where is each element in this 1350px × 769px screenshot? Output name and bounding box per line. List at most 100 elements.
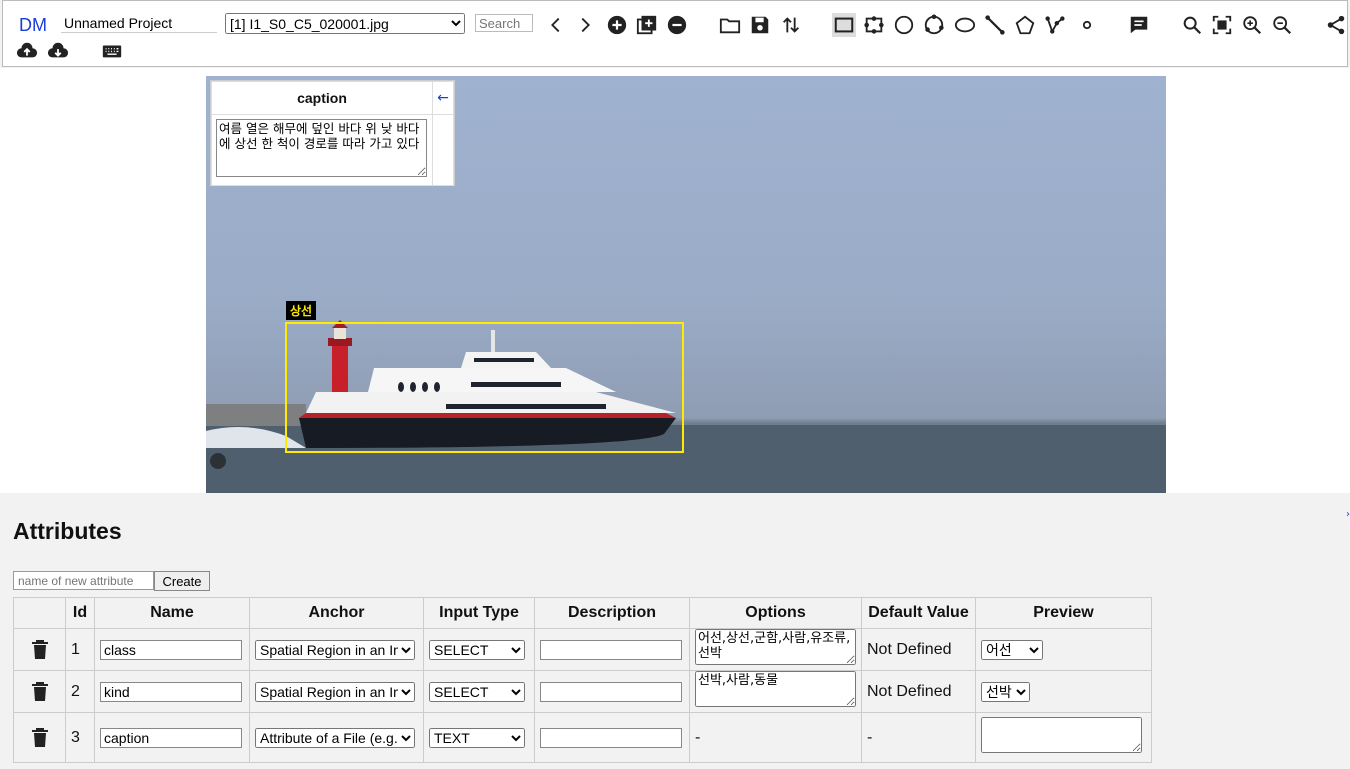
anchor-cell: Spatial Region in an Image (249, 628, 424, 671)
caption-panel: caption ← 여름 열은 해무에 덮인 바다 위 낮 바다에 상선 한 척… (210, 80, 455, 186)
anchor-cell: Attribute of a File (e.g. image caption) (249, 712, 424, 763)
sort-icon[interactable] (779, 13, 803, 37)
options-cell: 선박,사람,동물 (689, 670, 862, 713)
name-cell (94, 670, 250, 713)
folder-open-icon[interactable] (718, 13, 742, 37)
name-cell (94, 628, 250, 671)
polyline-tool-icon[interactable] (1043, 13, 1067, 37)
anchor-cell: Spatial Region in an Image (249, 670, 424, 713)
description-input[interactable] (540, 681, 682, 702)
table-row: 1 Spatial Region in an Image SELECT 어선,상… (13, 628, 1152, 671)
cloud-download-icon[interactable] (46, 39, 70, 63)
header-preview: Preview (975, 597, 1152, 629)
anchor-select[interactable]: Spatial Region in an Image (255, 681, 415, 702)
description-cell (534, 670, 690, 713)
region-bounding-box[interactable] (285, 322, 684, 453)
annotated-image[interactable]: caption ← 여름 열은 해무에 덮인 바다 위 낮 바다에 상선 한 척… (206, 76, 1166, 493)
create-attribute-button[interactable]: Create (154, 571, 210, 591)
preview-select[interactable]: 어선 (981, 639, 1043, 660)
save-icon[interactable] (748, 13, 772, 37)
attributes-title: Attributes (13, 518, 122, 544)
input-type-select[interactable]: TEXT (429, 727, 525, 748)
header-name: Name (94, 597, 250, 629)
collapse-arrow-icon[interactable]: ← (432, 81, 454, 115)
polygon-tool-icon[interactable] (1013, 13, 1037, 37)
anchor-select[interactable]: Spatial Region in an Image (255, 639, 415, 660)
default-value: Not Defined (861, 628, 976, 671)
preview-select[interactable]: 선박 (981, 681, 1030, 702)
preview-cell (975, 712, 1152, 763)
attribute-name-input[interactable] (100, 639, 242, 660)
rectangle-tool-icon[interactable] (832, 13, 856, 37)
header-id: Id (65, 597, 95, 629)
description-input[interactable] (540, 727, 682, 748)
prev-image-icon[interactable] (544, 13, 568, 37)
default-value: - (861, 712, 976, 763)
extreme-rectangle-tool-icon[interactable] (862, 13, 886, 37)
anchor-select[interactable]: Attribute of a File (e.g. image caption) (255, 727, 415, 748)
row-id: 1 (65, 628, 95, 671)
zoom-search-icon[interactable] (1180, 13, 1204, 37)
new-attribute-input[interactable] (13, 571, 154, 590)
share-icon[interactable] (1324, 13, 1348, 37)
trash-icon[interactable] (19, 681, 60, 702)
attributes-header-row: Id Name Anchor Input Type Description Op… (13, 597, 1152, 629)
attribute-name-input[interactable] (100, 727, 242, 748)
app-logo: DM (19, 15, 47, 35)
top-toolbar: DM [1] I1_S0_C5_020001.jpg (2, 0, 1348, 67)
header-options: Options (689, 597, 862, 629)
options-cell: 어선,상선,군함,사람,유조류,선박 (689, 628, 862, 671)
options-textarea[interactable]: 선박,사람,동물 (695, 671, 856, 707)
attribute-name-input[interactable] (100, 681, 242, 702)
description-cell (534, 628, 690, 671)
header-delete (13, 597, 66, 629)
circle-tool-icon[interactable] (892, 13, 916, 37)
point-tool-icon[interactable] (1075, 13, 1099, 37)
zoom-in-icon[interactable] (1240, 13, 1264, 37)
cloud-upload-icon[interactable] (15, 39, 39, 63)
project-name-input[interactable] (61, 14, 217, 33)
search-input[interactable] (475, 14, 533, 32)
caption-table: caption ← 여름 열은 해무에 덮인 바다 위 낮 바다에 상선 한 척… (211, 81, 454, 186)
delete-cell (13, 628, 66, 671)
file-select[interactable]: [1] I1_S0_C5_020001.jpg (225, 13, 465, 34)
trash-icon[interactable] (19, 639, 60, 660)
line-tool-icon[interactable] (983, 13, 1007, 37)
row-id: 2 (65, 670, 95, 713)
caption-spacer (432, 114, 454, 186)
ellipse-tool-icon[interactable] (953, 13, 977, 37)
row-id: 3 (65, 712, 95, 763)
options-textarea[interactable]: 어선,상선,군함,사람,유조류,선박 (695, 629, 856, 665)
caption-cell: 여름 열은 해무에 덮인 바다 위 낮 바다에 상선 한 척이 경로를 따라 가… (211, 114, 433, 186)
description-cell (534, 712, 690, 763)
zoom-out-icon[interactable] (1270, 13, 1294, 37)
header-default: Default Value (861, 597, 976, 629)
add-multiple-icon[interactable] (635, 13, 659, 37)
add-image-icon[interactable] (605, 13, 629, 37)
remove-image-icon[interactable] (665, 13, 689, 37)
rock (210, 453, 226, 469)
fit-screen-icon[interactable] (1210, 13, 1234, 37)
input-type-cell: SELECT (423, 628, 535, 671)
attributes-table: Id Name Anchor Input Type Description Op… (13, 597, 1152, 763)
caption-header: caption (211, 81, 433, 115)
extreme-circle-tool-icon[interactable] (922, 13, 946, 37)
table-row: 3 Attribute of a File (e.g. image captio… (13, 712, 1152, 763)
preview-textarea[interactable] (981, 717, 1142, 753)
input-type-select[interactable]: SELECT (429, 639, 525, 660)
next-image-icon[interactable] (573, 13, 597, 37)
name-cell (94, 712, 250, 763)
table-row: 2 Spatial Region in an Image SELECT 선박,사… (13, 670, 1152, 713)
input-type-cell: TEXT (423, 712, 535, 763)
caption-textarea[interactable]: 여름 열은 해무에 덮인 바다 위 낮 바다에 상선 한 척이 경로를 따라 가… (216, 119, 427, 177)
annotation-editor-icon[interactable] (1127, 13, 1151, 37)
delete-cell (13, 670, 66, 713)
trash-icon[interactable] (19, 727, 60, 748)
keyboard-icon[interactable] (100, 39, 124, 63)
input-type-select[interactable]: SELECT (429, 681, 525, 702)
description-input[interactable] (540, 639, 682, 660)
region-label[interactable]: 상선 (286, 301, 317, 320)
expand-arrow-icon[interactable]: › (1346, 509, 1350, 520)
header-description: Description (534, 597, 690, 629)
input-type-cell: SELECT (423, 670, 535, 713)
